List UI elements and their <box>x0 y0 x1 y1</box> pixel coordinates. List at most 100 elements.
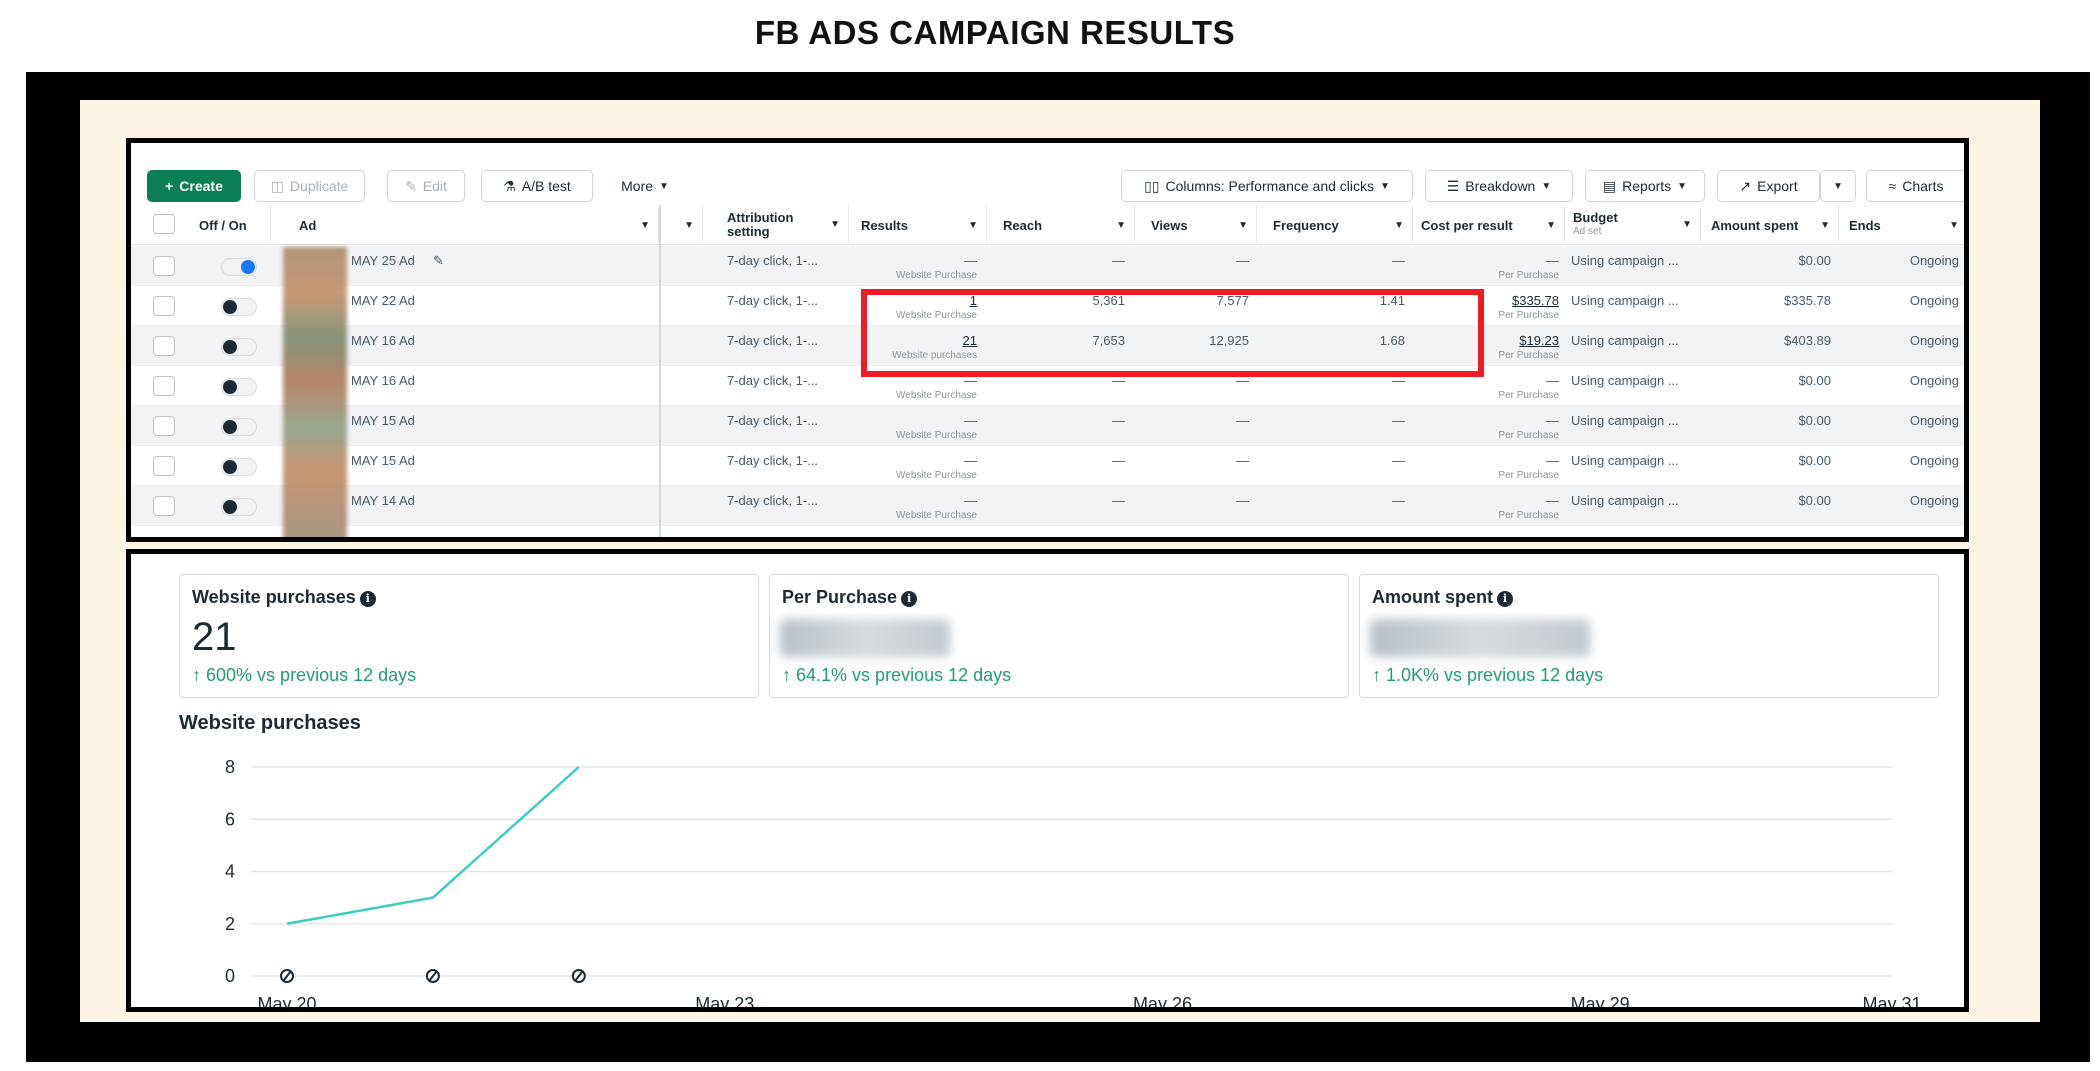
ad-name[interactable]: MAY 14 Ad <box>351 493 415 508</box>
ad-name-cell[interactable]: MAY 22 Ad <box>351 286 641 326</box>
caret-down-icon: ▼ <box>1546 219 1556 231</box>
create-button[interactable]: + Create <box>147 170 241 202</box>
toggle-knob <box>223 380 237 394</box>
header-reach[interactable]: Reach ▼ <box>997 205 1135 245</box>
ends-cell: Ongoing <box>1909 453 1959 468</box>
ab-test-button[interactable]: ⚗ A/B test <box>481 170 593 202</box>
table-header: Off / On Ad ▼ ▼ Attribution setting ▼ Resu… <box>131 205 1964 245</box>
y-tick-label: 8 <box>225 757 235 777</box>
ad-name-cell[interactable]: MAY 16 Ad <box>351 366 641 406</box>
table-row[interactable]: MAY 25 Ad ✎ 7-day click, 1-... — Website Pur… <box>131 246 1964 286</box>
views-cell: — <box>1236 413 1249 428</box>
ad-name[interactable]: MAY 16 Ad <box>351 333 415 348</box>
ad-name[interactable]: MAY 25 Ad <box>351 253 415 268</box>
ad-name-cell[interactable]: MAY 15 Ad <box>351 446 641 486</box>
row-checkbox[interactable] <box>153 376 175 396</box>
table-row[interactable]: MAY 15 Ad 7-day click, 1-... — Website Purc… <box>131 406 1964 446</box>
reports-button[interactable]: ▤ Reports ▼ <box>1585 170 1705 202</box>
ad-name[interactable]: MAY 15 Ad <box>351 413 415 428</box>
ad-toggle[interactable] <box>221 298 257 316</box>
header-ends[interactable]: Ends ▼ <box>1843 205 1964 245</box>
reach-cell: — <box>1112 453 1125 468</box>
frequency-cell: — <box>1392 493 1405 508</box>
ad-toggle[interactable] <box>221 258 257 276</box>
ad-name[interactable]: MAY 22 Ad <box>351 293 415 308</box>
y-tick-label: 2 <box>225 914 235 934</box>
ad-toggle[interactable] <box>221 498 257 516</box>
caret-down-icon: ▼ <box>1394 219 1404 231</box>
charts-button[interactable]: ≈ Charts <box>1866 170 1964 202</box>
header-cost-per-result[interactable]: Cost per result ▼ <box>1415 205 1565 245</box>
pencil-icon[interactable]: ✎ <box>433 253 444 269</box>
row-checkbox[interactable] <box>153 496 175 516</box>
metric-value-blurred <box>1370 619 1590 657</box>
export-button[interactable]: ↗ Export <box>1717 170 1820 202</box>
budget-cell: Using campaign ... <box>1571 453 1679 468</box>
ad-toggle[interactable] <box>221 418 257 436</box>
toggle-knob <box>223 420 237 434</box>
ad-name-cell[interactable]: MAY 25 Ad ✎ <box>351 246 641 286</box>
plus-icon: + <box>165 178 174 194</box>
info-icon[interactable]: i <box>1497 591 1513 607</box>
column-divider[interactable] <box>659 205 661 537</box>
amount-spent-cell: $0.00 <box>1798 493 1831 508</box>
ad-name-cell[interactable]: MAY 14 Ad <box>351 486 641 526</box>
metric-card-website-purchases[interactable]: Website purchases i 21 ↑ 600% vs previous… <box>179 574 759 698</box>
ad-name-cell[interactable]: MAY 15 Ad <box>351 406 641 446</box>
header-amount-spent[interactable]: Amount spent ▼ <box>1705 205 1839 245</box>
edit-button[interactable]: ✎ Edit <box>387 170 465 202</box>
ad-toggle[interactable] <box>221 378 257 396</box>
caret-down-icon: ▼ <box>1833 180 1843 192</box>
header-results[interactable]: Results ▼ <box>855 205 987 245</box>
row-checkbox[interactable] <box>153 456 175 476</box>
y-tick-label: 0 <box>225 966 235 986</box>
select-all-checkbox[interactable] <box>153 214 175 234</box>
ad-name[interactable]: MAY 15 Ad <box>351 453 415 468</box>
info-icon[interactable]: i <box>901 591 918 607</box>
ad-toggle[interactable] <box>221 458 257 476</box>
metric-card-per-purchase[interactable]: Per Purchase i ↑ 64.1% vs previous 12 day… <box>769 574 1349 698</box>
row-checkbox[interactable] <box>153 296 175 316</box>
caret-down-icon: ▼ <box>1682 219 1692 230</box>
row-checkbox[interactable] <box>153 336 175 356</box>
caret-down-icon: ▼ <box>1541 180 1552 192</box>
header-attribution[interactable]: Attribution setting ▼ <box>721 205 849 245</box>
ends-cell: Ongoing <box>1909 293 1959 308</box>
amount-spent-cell: $0.00 <box>1798 453 1831 468</box>
row-checkbox[interactable] <box>153 256 175 276</box>
attribution-cell: 7-day click, 1-... <box>727 413 819 428</box>
views-cell: — <box>1236 453 1249 468</box>
y-tick-label: 6 <box>225 809 235 829</box>
ends-cell: Ongoing <box>1909 333 1959 348</box>
views-cell: — <box>1236 493 1249 508</box>
budget-cell: Using campaign ... <box>1571 293 1679 308</box>
ad-toggle[interactable] <box>221 338 257 356</box>
header-off-on[interactable]: Off / On <box>193 205 271 245</box>
caret-down-icon: ▼ <box>684 219 694 231</box>
columns-button[interactable]: ▯▯ Columns: Performance and clicks ▼ <box>1121 170 1413 202</box>
website-purchases-chart: 0 2 4 6 8 May 20 May 23 May 26 May 29 May 31 <box>225 757 1922 1007</box>
info-icon[interactable]: i <box>359 591 376 607</box>
metric-card-amount-spent[interactable]: Amount spent i ↑ 1.0K% vs previous 12 day… <box>1359 574 1939 698</box>
ad-name-cell[interactable]: MAY 16 Ad <box>351 326 641 366</box>
header-frequency[interactable]: Frequency ▼ <box>1267 205 1413 245</box>
caret-down-icon: ▼ <box>1380 180 1390 192</box>
attribution-cell: 7-day click, 1-... <box>727 293 819 308</box>
budget-cell: Using campaign ... <box>1571 493 1679 508</box>
caret-down-icon: ▼ <box>1949 219 1959 231</box>
header-views[interactable]: Views ▼ <box>1145 205 1257 245</box>
ad-name[interactable]: MAY 16 Ad <box>351 373 415 388</box>
frequency-cell: — <box>1392 253 1405 268</box>
flask-icon: ⚗ <box>503 177 516 194</box>
header-ad[interactable]: Ad ▼ <box>293 205 659 245</box>
header-budget[interactable]: Budget Ad set ▼ <box>1567 205 1701 245</box>
row-checkbox[interactable] <box>153 416 175 436</box>
table-row[interactable]: MAY 15 Ad 7-day click, 1-... — Website Purc… <box>131 446 1964 486</box>
duplicate-button[interactable]: ◫ Duplicate <box>254 170 365 202</box>
reports-icon: ▤ <box>1602 177 1617 194</box>
table-row[interactable]: MAY 14 Ad 7-day click, 1-... — Website Purc… <box>131 486 1964 526</box>
more-button[interactable]: More ▼ <box>605 170 685 202</box>
breakdown-button[interactable]: ☰ Breakdown ▼ <box>1425 170 1573 202</box>
export-options-button[interactable]: ▼ <box>1820 170 1856 202</box>
metric-change: ↑ 64.1% vs previous 12 days <box>782 665 1012 685</box>
